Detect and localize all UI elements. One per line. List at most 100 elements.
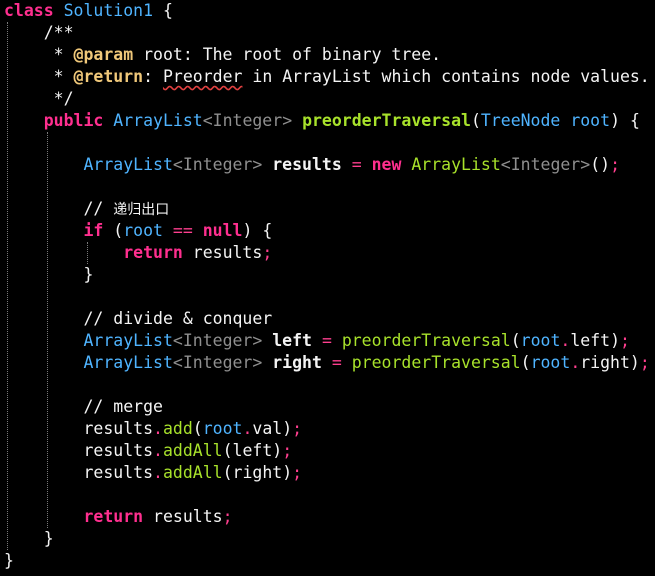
generic-gt: > bbox=[252, 155, 263, 174]
field-val: val bbox=[252, 419, 283, 438]
type-arraylist: ArrayList bbox=[83, 353, 173, 372]
op-eqeq: == bbox=[172, 221, 193, 240]
brace: { bbox=[629, 111, 640, 130]
paren: ) bbox=[610, 111, 620, 130]
code-line-3[interactable]: * @param root: The root of binary tree. bbox=[4, 44, 441, 66]
type-integer: Integer bbox=[212, 111, 283, 130]
type-integer: Integer bbox=[182, 331, 253, 350]
op-assign: = bbox=[321, 331, 332, 350]
type-arraylist: ArrayList bbox=[411, 155, 501, 174]
code-line-15[interactable]: // divide & conquer bbox=[4, 308, 272, 330]
code-line-24[interactable]: return results; bbox=[4, 506, 233, 528]
code-line-21[interactable]: results.addAll(left); bbox=[4, 440, 292, 462]
call-addall: addAll bbox=[162, 463, 223, 482]
paren: ( bbox=[113, 221, 124, 240]
paren: ( bbox=[470, 111, 481, 130]
doc-param-tag: @param bbox=[73, 45, 134, 64]
param-type: TreeNode bbox=[480, 111, 561, 130]
paren: ( bbox=[192, 419, 203, 438]
keyword-return: return bbox=[123, 243, 183, 262]
generic-gt: > bbox=[580, 155, 591, 174]
generic-lt: < bbox=[202, 111, 213, 130]
var-root: root bbox=[530, 353, 571, 372]
code-line-16[interactable]: ArrayList<Integer> left = preorderTraver… bbox=[4, 330, 629, 352]
var-root: root bbox=[202, 419, 243, 438]
generic-lt: < bbox=[172, 155, 183, 174]
semicolon: ; bbox=[222, 507, 233, 526]
call-preorder: preorderTraversal bbox=[351, 353, 521, 372]
doc-star: * bbox=[53, 67, 64, 86]
call-preorder: preorderTraversal bbox=[341, 331, 511, 350]
code-line-8[interactable]: ArrayList<Integer> results = new ArrayLi… bbox=[4, 154, 620, 176]
var-results: results bbox=[192, 243, 263, 262]
code-line-20[interactable]: results.add(root.val); bbox=[4, 418, 302, 440]
call-addall: addAll bbox=[162, 441, 223, 460]
param-root: root bbox=[570, 111, 611, 130]
semicolon: ; bbox=[639, 353, 650, 372]
code-line-13[interactable]: } bbox=[4, 264, 93, 286]
code-line-5[interactable]: */ bbox=[4, 88, 74, 110]
comment-merge: // merge bbox=[83, 397, 163, 416]
paren: ( bbox=[222, 463, 233, 482]
paren: ) bbox=[629, 353, 640, 372]
paren: ) bbox=[272, 441, 283, 460]
doc-star: * bbox=[53, 45, 64, 64]
code-line-10[interactable]: // 递归出口 bbox=[4, 198, 169, 220]
brace: { bbox=[162, 1, 173, 20]
dot: . bbox=[153, 463, 163, 482]
var-left: left bbox=[272, 331, 312, 350]
brace: { bbox=[262, 221, 273, 240]
semicolon: ; bbox=[610, 155, 620, 174]
keyword-public: public bbox=[43, 111, 104, 130]
paren: ) bbox=[242, 221, 253, 240]
paren: ( bbox=[510, 331, 521, 350]
code-line-17[interactable]: ArrayList<Integer> right = preorderTrave… bbox=[4, 352, 650, 374]
doc-comment-close: */ bbox=[53, 89, 74, 108]
keyword-new: new bbox=[371, 155, 402, 174]
code-line-26[interactable]: } bbox=[4, 550, 14, 572]
field-right: right bbox=[580, 353, 630, 372]
var-left: left bbox=[232, 441, 273, 460]
paren: ) bbox=[282, 419, 293, 438]
var-root: root bbox=[123, 221, 163, 240]
code-line-12[interactable]: return results; bbox=[4, 242, 272, 264]
generic-gt: > bbox=[252, 353, 263, 372]
var-right: right bbox=[232, 463, 283, 482]
brace: } bbox=[43, 529, 54, 548]
doc-comment-open: /** bbox=[43, 23, 74, 42]
type-integer: Integer bbox=[182, 155, 253, 174]
code-line-11[interactable]: if (root == null) { bbox=[4, 220, 272, 242]
dot: . bbox=[570, 353, 581, 372]
parens: () bbox=[590, 155, 611, 174]
code-line-6[interactable]: public ArrayList<Integer> preorderTraver… bbox=[4, 110, 640, 132]
doc-return-tag: @return bbox=[73, 67, 144, 86]
code-line-1[interactable]: class Solution1 { bbox=[4, 0, 173, 22]
call-add: add bbox=[162, 419, 193, 438]
generic-gt: > bbox=[252, 331, 263, 350]
comment-slash: // bbox=[83, 199, 114, 218]
code-line-19[interactable]: // merge bbox=[4, 396, 163, 418]
semicolon: ; bbox=[262, 243, 273, 262]
code-line-4[interactable]: * @return: Preorder in ArrayList which c… bbox=[4, 66, 650, 88]
var-right: right bbox=[272, 353, 322, 372]
code-editor[interactable]: class Solution1 { /** * @param root: The… bbox=[0, 0, 655, 576]
doc-param-text: root: The root of binary tree. bbox=[133, 45, 442, 64]
code-line-22[interactable]: results.addAll(right); bbox=[4, 462, 302, 484]
keyword-null: null bbox=[202, 221, 243, 240]
brace: } bbox=[83, 265, 94, 284]
doc-return-word: Preorder bbox=[162, 67, 243, 86]
generic-lt: < bbox=[500, 155, 511, 174]
dot: . bbox=[153, 441, 163, 460]
doc-return-text: in ArrayList which contains node values. bbox=[242, 67, 650, 86]
code-line-25[interactable]: } bbox=[4, 528, 54, 550]
paren: ) bbox=[282, 463, 293, 482]
generic-gt: > bbox=[282, 111, 293, 130]
code-line-2[interactable]: /** bbox=[4, 22, 74, 44]
keyword-class: class bbox=[4, 1, 54, 20]
type-arraylist: ArrayList bbox=[113, 111, 203, 130]
method-name: preorderTraversal bbox=[302, 111, 471, 130]
semicolon: ; bbox=[282, 441, 293, 460]
var-results: results bbox=[83, 441, 154, 460]
doc-return-colon: : bbox=[143, 67, 163, 86]
comment-divide: // divide & conquer bbox=[83, 309, 273, 328]
